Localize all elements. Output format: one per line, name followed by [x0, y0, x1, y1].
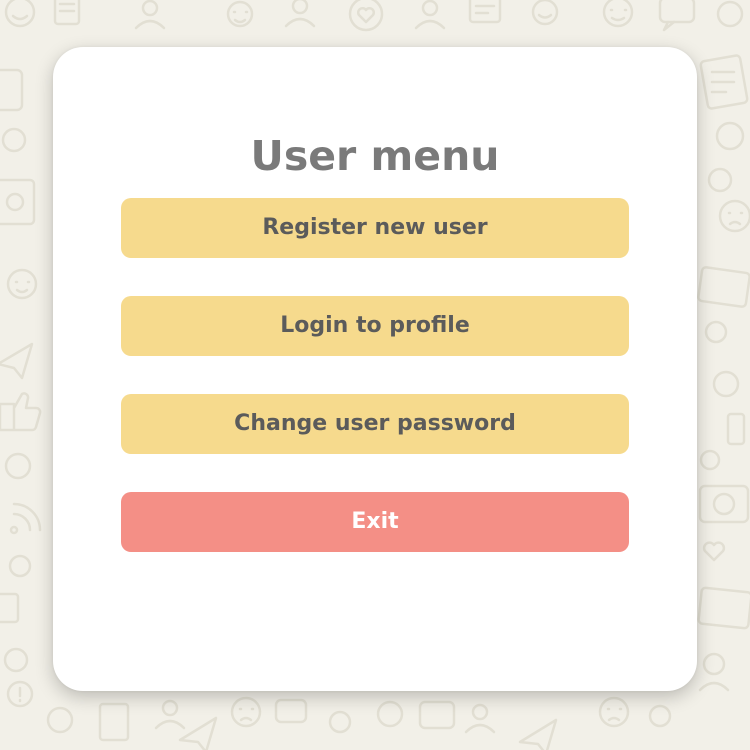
chat-bubble-icon [274, 698, 308, 724]
notebook-icon [0, 592, 20, 624]
heart-icon [702, 541, 726, 562]
user-icon [414, 0, 446, 30]
user-menu-card: User menu Register new user Login to pro… [53, 47, 697, 691]
user-icon [648, 704, 672, 728]
smiley-icon [46, 706, 74, 734]
smiley-icon [4, 0, 36, 28]
smiley-icon [3, 647, 29, 673]
camera-icon [698, 484, 750, 524]
smiley-icon [715, 121, 745, 151]
user-icon [698, 652, 730, 692]
user-icon [328, 710, 352, 734]
paper-plane-icon [518, 718, 558, 750]
notebook-icon [699, 54, 749, 110]
paper-plane-icon [0, 342, 34, 380]
user-icon [464, 703, 496, 734]
notebook-icon [468, 0, 502, 24]
notebook-icon [697, 586, 750, 630]
login-to-profile-button[interactable]: Login to profile [121, 296, 629, 356]
smiley-icon [376, 700, 404, 728]
chat-bubble-icon [658, 0, 696, 32]
chat-bubble-icon [418, 700, 456, 730]
paper-plane-icon [178, 716, 218, 750]
notebook-icon [726, 412, 746, 446]
smiley-icon [6, 268, 38, 300]
user-icon [226, 0, 254, 28]
camera-icon [0, 178, 36, 226]
user-icon [284, 0, 316, 28]
smiley-icon [531, 0, 559, 26]
smiley-icon [8, 554, 32, 578]
sad-face-icon [230, 696, 262, 728]
user-icon [134, 0, 166, 30]
heart-icon [348, 0, 384, 32]
smiley-icon [707, 167, 733, 193]
rss-icon [9, 502, 42, 535]
thumbs-up-icon [0, 392, 42, 432]
smiley-icon [716, 0, 744, 28]
notebook-icon [98, 702, 130, 742]
page-title: User menu [250, 132, 500, 180]
exit-button[interactable]: Exit [121, 492, 629, 552]
smiley-icon [699, 449, 721, 471]
notebook-icon [53, 0, 81, 26]
chat-bubble-icon [0, 68, 24, 112]
change-user-password-button[interactable]: Change user password [121, 394, 629, 454]
smiley-icon [712, 370, 740, 398]
user-icon [154, 699, 186, 730]
notebook-icon [697, 266, 750, 308]
user-icon [602, 0, 634, 28]
sad-face-icon [598, 696, 630, 728]
smiley-icon [4, 452, 32, 480]
chat-bubble-icon [704, 320, 728, 344]
user-icon [6, 680, 34, 708]
sad-face-icon [718, 199, 750, 233]
register-new-user-button[interactable]: Register new user [121, 198, 629, 258]
smiley-icon [1, 127, 27, 153]
